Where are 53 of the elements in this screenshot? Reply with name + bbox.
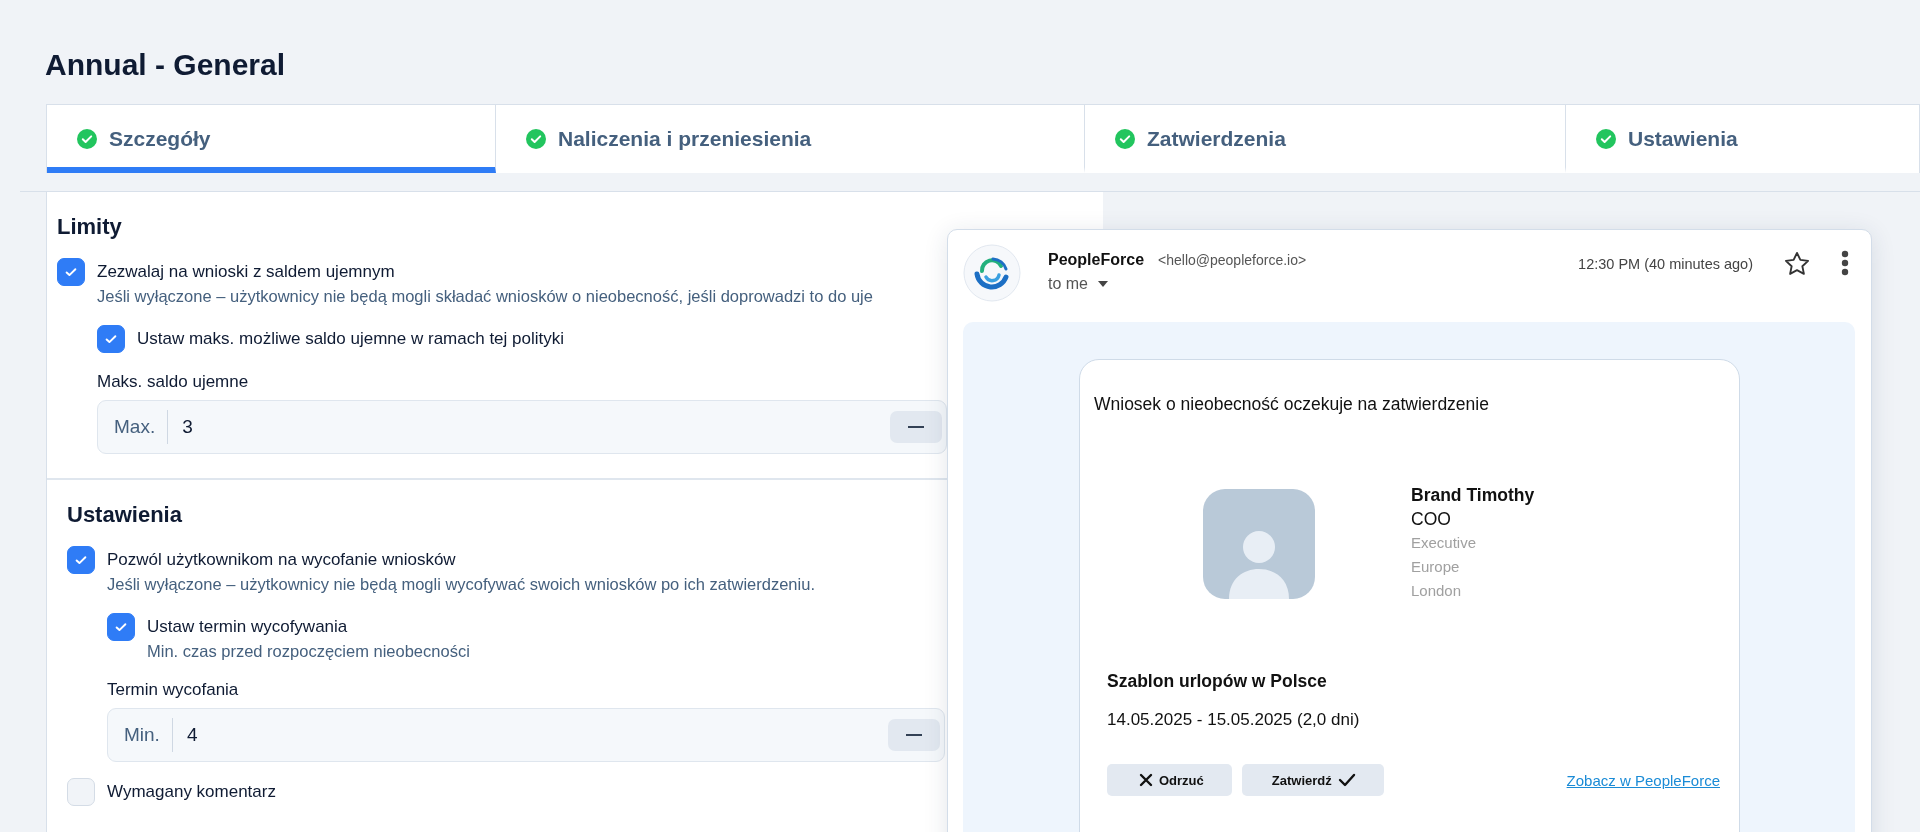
field-label: Termin wycofania bbox=[107, 680, 240, 700]
checkbox[interactable] bbox=[67, 546, 95, 574]
close-icon bbox=[1139, 773, 1153, 787]
message-heading: Wniosek o nieobecność oczekuje na zatwierdzenie bbox=[1094, 394, 1490, 415]
check-circle-icon bbox=[526, 129, 546, 149]
checkbox-label: Ustaw maks. możliwe saldo ujemne w ramach tej polityki bbox=[137, 329, 565, 349]
number-input-field[interactable]: Max. 3 bbox=[97, 400, 947, 454]
date-range: 14.05.2025 - 15.05.2025 (2,0 dni) bbox=[1107, 710, 1361, 730]
caret-icon bbox=[1098, 281, 1108, 287]
check-circle-icon bbox=[77, 129, 97, 149]
minus-icon bbox=[906, 734, 922, 736]
field-label: Maks. saldo ujemne bbox=[97, 372, 250, 392]
minus-icon bbox=[908, 426, 924, 428]
sender-address: <hello@peopleforce.io> bbox=[1158, 252, 1307, 268]
field-prefix: Max. bbox=[98, 410, 169, 444]
check-icon bbox=[104, 332, 118, 346]
person-name: Brand Timothy bbox=[1411, 484, 1535, 507]
approve-button[interactable]: Zatwierdź bbox=[1241, 764, 1384, 796]
checkbox-label: Pozwól użytkownikom na wycofanie wniosków bbox=[107, 550, 457, 570]
checkbox[interactable] bbox=[97, 325, 125, 353]
sender-name: PeopleForce bbox=[1048, 251, 1145, 269]
check-circle-icon bbox=[1115, 129, 1135, 149]
email-time: 12:30 PM (40 minutes ago) bbox=[1578, 255, 1753, 272]
more-icon[interactable] bbox=[1841, 250, 1849, 276]
page-title: Annual - General bbox=[44, 47, 287, 83]
person-title: COO bbox=[1411, 508, 1452, 531]
checkbox[interactable] bbox=[107, 613, 135, 641]
star-icon[interactable] bbox=[1783, 250, 1811, 278]
check-icon bbox=[74, 553, 88, 567]
check-circle-icon bbox=[1596, 129, 1616, 149]
option-description: Min. czas przed rozpoczęciem nieobecności bbox=[147, 642, 470, 661]
reject-button[interactable]: Odrzuć bbox=[1107, 764, 1232, 796]
person-detail: Europe bbox=[1411, 557, 1461, 577]
view-link[interactable]: Zobacz w PeopleForce bbox=[1566, 771, 1720, 789]
option-description: Jeśli wyłączone – użytkownicy nie będą mogli składać wniosków o nieobecność, jeśli doprowadzi to do uje bbox=[97, 287, 873, 306]
field-prefix: Min. bbox=[108, 718, 173, 752]
tab[interactable]: Szczegóły bbox=[47, 105, 496, 173]
checkbox-label: Wymagany komentarz bbox=[107, 782, 276, 802]
policy-name: Szablon urlopów w Polsce bbox=[1107, 671, 1328, 692]
checkbox-label: Ustaw termin wycofywania bbox=[147, 617, 349, 637]
section-title: Limity bbox=[57, 214, 123, 240]
recipient-dropdown[interactable]: to me bbox=[1048, 275, 1307, 293]
check-icon bbox=[64, 265, 78, 279]
checkbox[interactable] bbox=[57, 258, 85, 286]
check-icon bbox=[1337, 773, 1356, 787]
option-description: Jeśli wyłączone – użytkownicy nie będą mogli wycofywać swoich wniosków po ich zatwierdzeniu. bbox=[107, 575, 815, 594]
number-input-field[interactable]: Min. 4 bbox=[107, 708, 945, 762]
person-detail: London bbox=[1411, 581, 1463, 601]
logo-icon bbox=[963, 244, 1021, 302]
section-title: Ustawienia bbox=[67, 502, 183, 528]
check-icon bbox=[114, 620, 128, 634]
person-detail: Executive bbox=[1411, 533, 1478, 553]
checkbox-label: Zezwalaj na wnioski z saldem ujemnym bbox=[97, 262, 396, 282]
